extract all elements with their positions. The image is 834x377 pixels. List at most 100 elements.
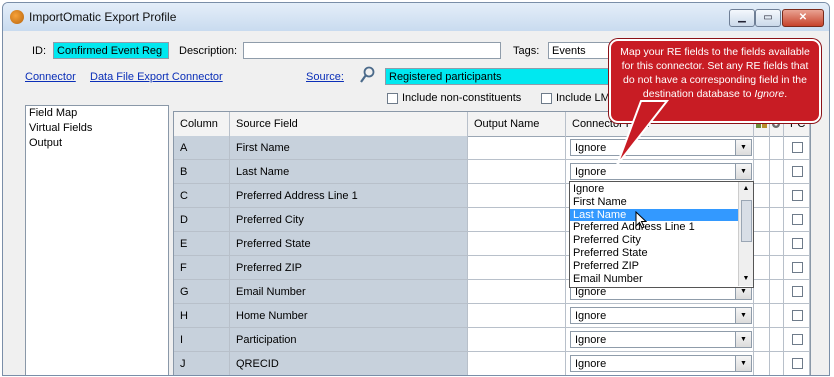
connector-field-select[interactable]: Ignore ▼	[570, 331, 752, 348]
connector-field-cell[interactable]: Ignore ▼	[566, 328, 754, 352]
extra-cell	[770, 136, 784, 160]
pc-checkbox[interactable]	[792, 310, 803, 321]
sidebar-item-field-map[interactable]: Field Map	[26, 106, 168, 121]
chevron-down-icon[interactable]: ▼	[735, 140, 751, 155]
column-cell: I	[174, 328, 230, 352]
dropdown-option[interactable]: First Name	[570, 196, 741, 209]
connector-field-cell[interactable]: Ignore ▼	[566, 304, 754, 328]
pc-cell	[784, 352, 810, 375]
source-field[interactable]: Registered participants	[385, 68, 617, 85]
app-icon	[10, 10, 24, 24]
table-row[interactable]: A First Name Ignore ▼	[174, 136, 810, 160]
select-value: Ignore	[575, 142, 607, 154]
pc-checkbox[interactable]	[792, 262, 803, 273]
connector-link[interactable]: Connector	[25, 71, 76, 83]
output-name-cell[interactable]	[468, 208, 566, 232]
id-field[interactable]: Confirmed Event Reg	[53, 42, 169, 59]
connector-field-select[interactable]: Ignore ▼	[570, 355, 752, 372]
output-name-cell[interactable]	[468, 160, 566, 184]
extra-cell	[754, 136, 770, 160]
chevron-down-icon[interactable]: ▼	[735, 332, 751, 347]
source-field-cell: Preferred ZIP	[230, 256, 468, 280]
extra-cell	[754, 184, 770, 208]
column-cell: D	[174, 208, 230, 232]
extra-cell	[770, 184, 784, 208]
source-field-cell: Email Number	[230, 280, 468, 304]
select-value: Ignore	[575, 166, 607, 178]
dropdown-option[interactable]: Last Name	[570, 208, 741, 222]
dropdown-option[interactable]: Preferred ZIP	[570, 260, 741, 273]
column-cell: A	[174, 136, 230, 160]
source-link[interactable]: Source:	[306, 71, 344, 83]
output-name-cell[interactable]	[468, 352, 566, 375]
title-bar: ImportOmatic Export Profile ▁ ▭ ✕	[3, 3, 829, 31]
maximize-button[interactable]: ▭	[755, 9, 781, 27]
chevron-down-icon[interactable]: ▼	[735, 164, 751, 179]
output-name-cell[interactable]	[468, 136, 566, 160]
dropdown-option[interactable]: Email Number	[570, 273, 741, 286]
pc-cell	[784, 184, 810, 208]
chevron-down-icon[interactable]: ▼	[735, 356, 751, 371]
output-name-cell[interactable]	[468, 280, 566, 304]
column-cell: B	[174, 160, 230, 184]
source-field-cell: Home Number	[230, 304, 468, 328]
tags-field[interactable]: Events	[548, 42, 618, 59]
dropdown-option[interactable]: Ignore	[570, 183, 741, 196]
scroll-thumb[interactable]	[741, 200, 752, 242]
search-icon[interactable]	[359, 66, 375, 84]
pc-checkbox[interactable]	[792, 190, 803, 201]
source-field-cell: Preferred City	[230, 208, 468, 232]
output-name-cell[interactable]	[468, 328, 566, 352]
dropdown-option[interactable]: Preferred State	[570, 247, 741, 260]
description-field[interactable]	[243, 42, 501, 59]
column-cell: F	[174, 256, 230, 280]
extra-cell	[754, 160, 770, 184]
extra-cell	[754, 232, 770, 256]
include-nonconstituents-checkbox[interactable]	[387, 93, 398, 104]
connector-field-select[interactable]: Ignore ▼	[570, 307, 752, 324]
output-name-cell[interactable]	[468, 304, 566, 328]
output-name-cell[interactable]	[468, 184, 566, 208]
data-file-export-connector-link[interactable]: Data File Export Connector	[90, 71, 223, 83]
source-field-cell: Participation	[230, 328, 468, 352]
sidebar-item-output[interactable]: Output	[26, 136, 168, 151]
connector-field-cell[interactable]: Ignore ▼	[566, 352, 754, 375]
pc-checkbox[interactable]	[792, 142, 803, 153]
include-lm-checkbox[interactable]	[541, 93, 552, 104]
table-row[interactable]: J QRECID Ignore ▼	[174, 352, 810, 375]
connector-field-dropdown[interactable]: Ignore First Name Last Name Preferred Addre…	[569, 181, 754, 288]
select-value: Ignore	[575, 358, 607, 370]
table-row[interactable]: H Home Number Ignore ▼	[174, 304, 810, 328]
callout-end: .	[784, 88, 788, 100]
pc-checkbox[interactable]	[792, 358, 803, 369]
extra-cell	[754, 256, 770, 280]
dropdown-option[interactable]: Preferred Address Line 1	[570, 221, 741, 234]
pc-checkbox[interactable]	[792, 286, 803, 297]
close-button[interactable]: ✕	[782, 9, 824, 27]
output-name-cell[interactable]	[468, 232, 566, 256]
source-field-cell: First Name	[230, 136, 468, 160]
dropdown-scrollbar[interactable]: ▲ ▼	[738, 182, 753, 286]
output-name-cell[interactable]	[468, 256, 566, 280]
callout-italic: Ignore	[754, 88, 785, 100]
pc-cell	[784, 136, 810, 160]
table-row[interactable]: I Participation Ignore ▼	[174, 328, 810, 352]
extra-cell	[754, 208, 770, 232]
dropdown-option[interactable]: Preferred City	[570, 234, 741, 247]
description-label: Description:	[179, 45, 238, 57]
scroll-up-icon[interactable]: ▲	[739, 182, 753, 196]
column-cell: G	[174, 280, 230, 304]
extra-cell	[770, 160, 784, 184]
pc-checkbox[interactable]	[792, 166, 803, 177]
sidebar-item-virtual-fields[interactable]: Virtual Fields	[26, 121, 168, 136]
scroll-down-icon[interactable]: ▼	[739, 272, 753, 286]
pc-checkbox[interactable]	[792, 238, 803, 249]
pc-checkbox[interactable]	[792, 214, 803, 225]
chevron-down-icon[interactable]: ▼	[735, 308, 751, 323]
source-field-cell: Last Name	[230, 160, 468, 184]
extra-cell	[754, 304, 770, 328]
extra-cell	[770, 280, 784, 304]
extra-cell	[770, 304, 784, 328]
minimize-button[interactable]: ▁	[729, 9, 755, 27]
pc-checkbox[interactable]	[792, 334, 803, 345]
